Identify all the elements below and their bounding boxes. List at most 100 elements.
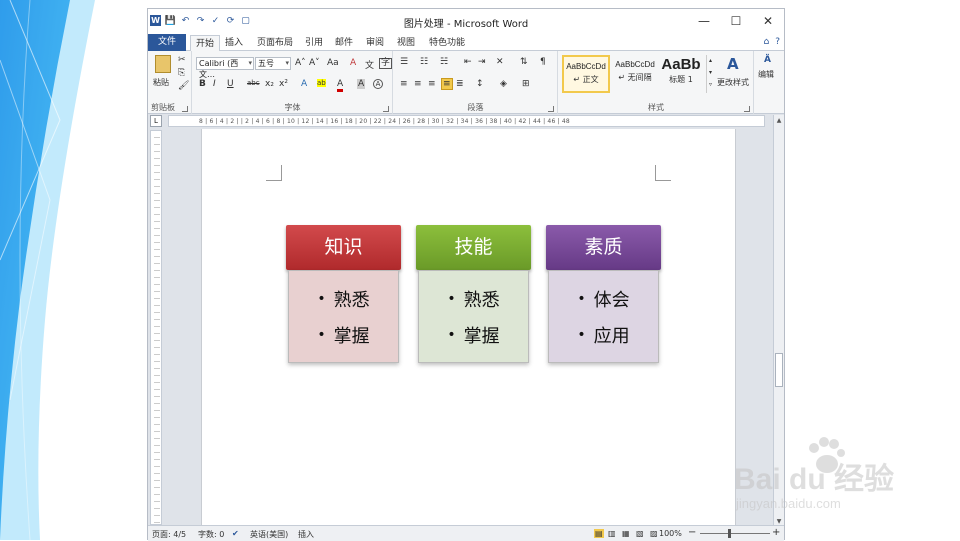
phonetic-guide-icon[interactable]: 文 bbox=[365, 58, 374, 71]
minimize-button[interactable]: — bbox=[688, 9, 720, 33]
clear-format-icon[interactable]: A bbox=[350, 58, 356, 68]
horizontal-ruler[interactable]: 8 | 6 | 4 | 2 | | 2 | 4 | 6 | 8 | 10 | 1… bbox=[168, 115, 765, 127]
tab-review[interactable]: 审阅 bbox=[361, 35, 389, 51]
style-no-spacing-name: ↵ 无间隔 bbox=[618, 73, 652, 82]
document-area[interactable]: 知识 • 熟悉 • 掌握 技能 • 熟悉 • 掌握 素质 • 体会 • 应用 bbox=[166, 129, 773, 527]
font-launcher[interactable] bbox=[383, 106, 389, 112]
maximize-button[interactable]: ☐ bbox=[720, 9, 752, 33]
insert-mode[interactable]: 插入 bbox=[298, 529, 314, 540]
multilevel-list-icon[interactable]: ☵ bbox=[440, 57, 448, 67]
format-painter-icon[interactable]: 🖌 bbox=[178, 81, 189, 91]
tab-file[interactable]: 文件 bbox=[148, 34, 186, 51]
bold-icon[interactable]: B bbox=[199, 79, 206, 89]
char-border-icon[interactable]: A bbox=[373, 79, 383, 89]
highlight-icon[interactable]: ab bbox=[317, 79, 326, 87]
card-body[interactable]: • 体会 • 应用 bbox=[548, 270, 659, 363]
numbering-icon[interactable]: ☷ bbox=[420, 57, 428, 67]
find-icon[interactable]: Ä bbox=[764, 55, 771, 65]
subscript-icon[interactable]: x₂ bbox=[265, 79, 274, 89]
decrease-indent-icon[interactable]: ⇤ bbox=[464, 57, 472, 67]
editing-label[interactable]: 编辑 bbox=[758, 69, 774, 80]
tab-home[interactable]: 开始 bbox=[190, 35, 221, 52]
underline-icon[interactable]: U bbox=[227, 79, 234, 89]
draft-icon[interactable]: ▨ bbox=[650, 529, 658, 538]
help-icon[interactable]: ? bbox=[775, 37, 780, 47]
cut-icon[interactable]: ✂ bbox=[178, 55, 186, 65]
font-color-icon[interactable]: A bbox=[337, 79, 344, 92]
styles-launcher[interactable] bbox=[744, 106, 750, 112]
shading-icon[interactable]: ◈ bbox=[500, 79, 507, 89]
scroll-thumb[interactable] bbox=[775, 353, 783, 387]
card-title[interactable]: 技能 bbox=[416, 225, 531, 270]
copy-icon[interactable]: ⎘ bbox=[178, 68, 185, 78]
scroll-up-icon[interactable]: ▲ bbox=[775, 117, 783, 124]
grow-font-icon[interactable]: A˄ bbox=[295, 58, 306, 68]
distributed-icon[interactable]: ≣ bbox=[456, 79, 464, 89]
change-styles-icon[interactable]: A bbox=[727, 55, 739, 73]
font-name-combo[interactable]: Calibri (西文… bbox=[196, 57, 254, 79]
show-marks-icon[interactable]: ¶ bbox=[540, 57, 546, 67]
paragraph-launcher[interactable] bbox=[548, 106, 554, 112]
styles-scroll[interactable]: ▴ ▾ ▿ bbox=[706, 55, 714, 93]
italic-icon[interactable]: I bbox=[213, 79, 216, 89]
clipboard-launcher[interactable] bbox=[182, 106, 188, 112]
tab-insert[interactable]: 插入 bbox=[220, 35, 248, 51]
document-page[interactable]: 知识 • 熟悉 • 掌握 技能 • 熟悉 • 掌握 素质 • 体会 • 应用 bbox=[201, 129, 736, 527]
bullets-icon[interactable]: ☰ bbox=[400, 57, 408, 67]
increase-indent-icon[interactable]: ⇥ bbox=[478, 57, 486, 67]
style-normal[interactable]: AaBbCcDd ↵ 正文 bbox=[562, 55, 610, 93]
zoom-slider-knob[interactable] bbox=[728, 529, 731, 538]
web-layout-icon[interactable]: ▦ bbox=[622, 529, 630, 538]
page-count[interactable]: 页面: 4/5 bbox=[152, 529, 186, 540]
proofing-icon[interactable]: ✔ bbox=[232, 529, 239, 538]
change-styles-label[interactable]: 更改样式 bbox=[717, 77, 749, 88]
outline-icon[interactable]: ▧ bbox=[636, 529, 644, 538]
card-body[interactable]: • 熟悉 • 掌握 bbox=[418, 270, 529, 363]
align-right-icon[interactable]: ≡ bbox=[428, 79, 436, 89]
zoom-in-button[interactable]: + bbox=[772, 527, 780, 538]
char-shading-icon[interactable]: A bbox=[357, 79, 366, 89]
bullet-text: 掌握 bbox=[333, 326, 370, 347]
fullscreen-reading-icon[interactable]: ▥ bbox=[608, 529, 616, 538]
print-layout-icon[interactable]: ▤ bbox=[594, 529, 604, 538]
align-left-icon[interactable]: ≡ bbox=[400, 79, 408, 89]
line-spacing-icon[interactable]: ↕ bbox=[476, 79, 484, 89]
close-button[interactable]: ✕ bbox=[752, 9, 784, 33]
chinese-layout-icon[interactable]: ✕ bbox=[496, 57, 504, 67]
tab-references[interactable]: 引用 bbox=[300, 35, 328, 51]
tab-view[interactable]: 视图 bbox=[392, 35, 420, 51]
card-title[interactable]: 知识 bbox=[286, 225, 401, 270]
zoom-out-button[interactable]: − bbox=[688, 527, 696, 538]
card-title[interactable]: 素质 bbox=[546, 225, 661, 270]
smartart-card-knowledge[interactable]: 知识 • 熟悉 • 掌握 bbox=[286, 225, 401, 363]
strikethrough-icon[interactable]: abc bbox=[247, 79, 260, 87]
minimize-ribbon-icon[interactable]: ⌂ bbox=[764, 37, 770, 47]
paste-label[interactable]: 粘贴 bbox=[153, 77, 169, 88]
tab-selector[interactable]: L bbox=[150, 115, 162, 127]
language-indicator[interactable]: 英语(美国) bbox=[250, 529, 288, 540]
zoom-slider[interactable] bbox=[700, 533, 770, 534]
align-center-icon[interactable]: ≡ bbox=[414, 79, 422, 89]
font-size-combo[interactable]: 五号 bbox=[255, 57, 291, 70]
text-effects-icon[interactable]: A bbox=[301, 79, 307, 89]
tab-special-features[interactable]: 特色功能 bbox=[424, 35, 470, 51]
shrink-font-icon[interactable]: A˅ bbox=[309, 58, 320, 68]
smartart-card-skills[interactable]: 技能 • 熟悉 • 掌握 bbox=[416, 225, 531, 363]
change-case-icon[interactable]: Aa bbox=[327, 58, 339, 68]
style-no-spacing[interactable]: AaBbCcDd ↵ 无间隔 bbox=[611, 55, 659, 93]
justify-icon[interactable]: ≡ bbox=[441, 78, 453, 90]
superscript-icon[interactable]: x² bbox=[279, 79, 288, 89]
scroll-down-icon[interactable]: ▼ bbox=[775, 518, 783, 525]
paste-icon[interactable] bbox=[155, 55, 171, 73]
zoom-level[interactable]: 100% bbox=[659, 529, 682, 538]
tab-page-layout[interactable]: 页面布局 bbox=[252, 35, 298, 51]
tab-mailings[interactable]: 邮件 bbox=[330, 35, 358, 51]
sort-icon[interactable]: ⇅ bbox=[520, 57, 528, 67]
word-count[interactable]: 字数: 0 bbox=[198, 529, 224, 540]
card-body[interactable]: • 熟悉 • 掌握 bbox=[288, 270, 399, 363]
borders-icon[interactable]: ⊞ bbox=[522, 79, 530, 89]
vertical-ruler[interactable] bbox=[150, 130, 162, 525]
smartart-card-quality[interactable]: 素质 • 体会 • 应用 bbox=[546, 225, 661, 363]
enclose-char-icon[interactable]: 字 bbox=[379, 58, 393, 69]
style-heading-1[interactable]: AaBb 标题 1 bbox=[659, 55, 703, 93]
